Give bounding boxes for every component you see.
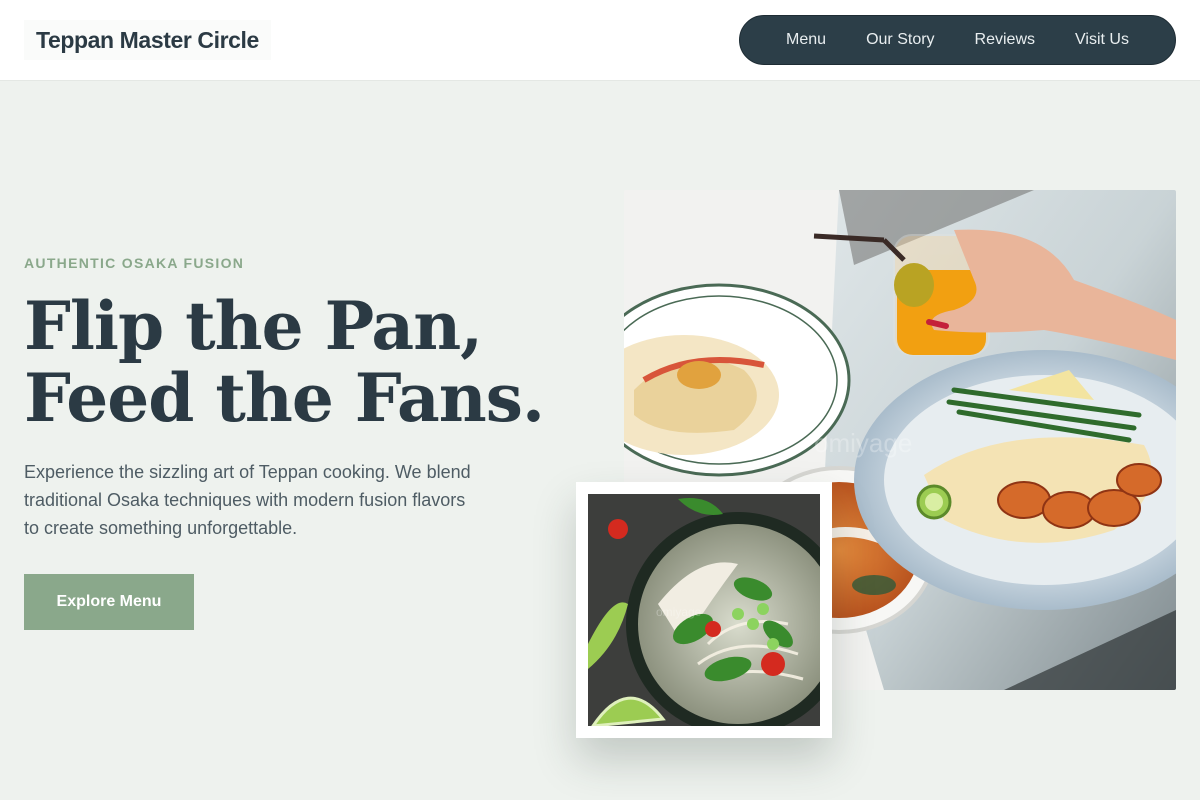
featured-dish-photo-card: omiyage bbox=[576, 482, 832, 738]
main-nav: Menu Our Story Reviews Visit Us bbox=[739, 15, 1176, 65]
nav-item-visit-us[interactable]: Visit Us bbox=[1055, 31, 1149, 49]
pho-bowl-illustration: omiyage bbox=[588, 494, 820, 726]
main-photo-watermark: omiyage bbox=[814, 428, 912, 458]
headline-line-2: Feed the Fans. bbox=[24, 359, 545, 437]
brand-logo[interactable]: Teppan Master Circle bbox=[24, 20, 271, 60]
nav-item-our-story[interactable]: Our Story bbox=[846, 31, 954, 49]
card-photo-watermark: omiyage bbox=[656, 605, 702, 619]
nav-item-reviews[interactable]: Reviews bbox=[955, 31, 1055, 49]
hero-headline: Flip the Pan, Feed the Fans. bbox=[24, 290, 584, 434]
explore-menu-button[interactable]: Explore Menu bbox=[24, 574, 194, 630]
site-header: Teppan Master Circle Menu Our Story Revi… bbox=[0, 0, 1200, 81]
nav-item-menu[interactable]: Menu bbox=[766, 31, 846, 49]
hero-description: Experience the sizzling art of Teppan co… bbox=[24, 462, 471, 538]
headline-line-1: Flip the Pan, bbox=[24, 287, 483, 365]
hero-eyebrow: AUTHENTIC OSAKA FUSION bbox=[24, 255, 245, 271]
